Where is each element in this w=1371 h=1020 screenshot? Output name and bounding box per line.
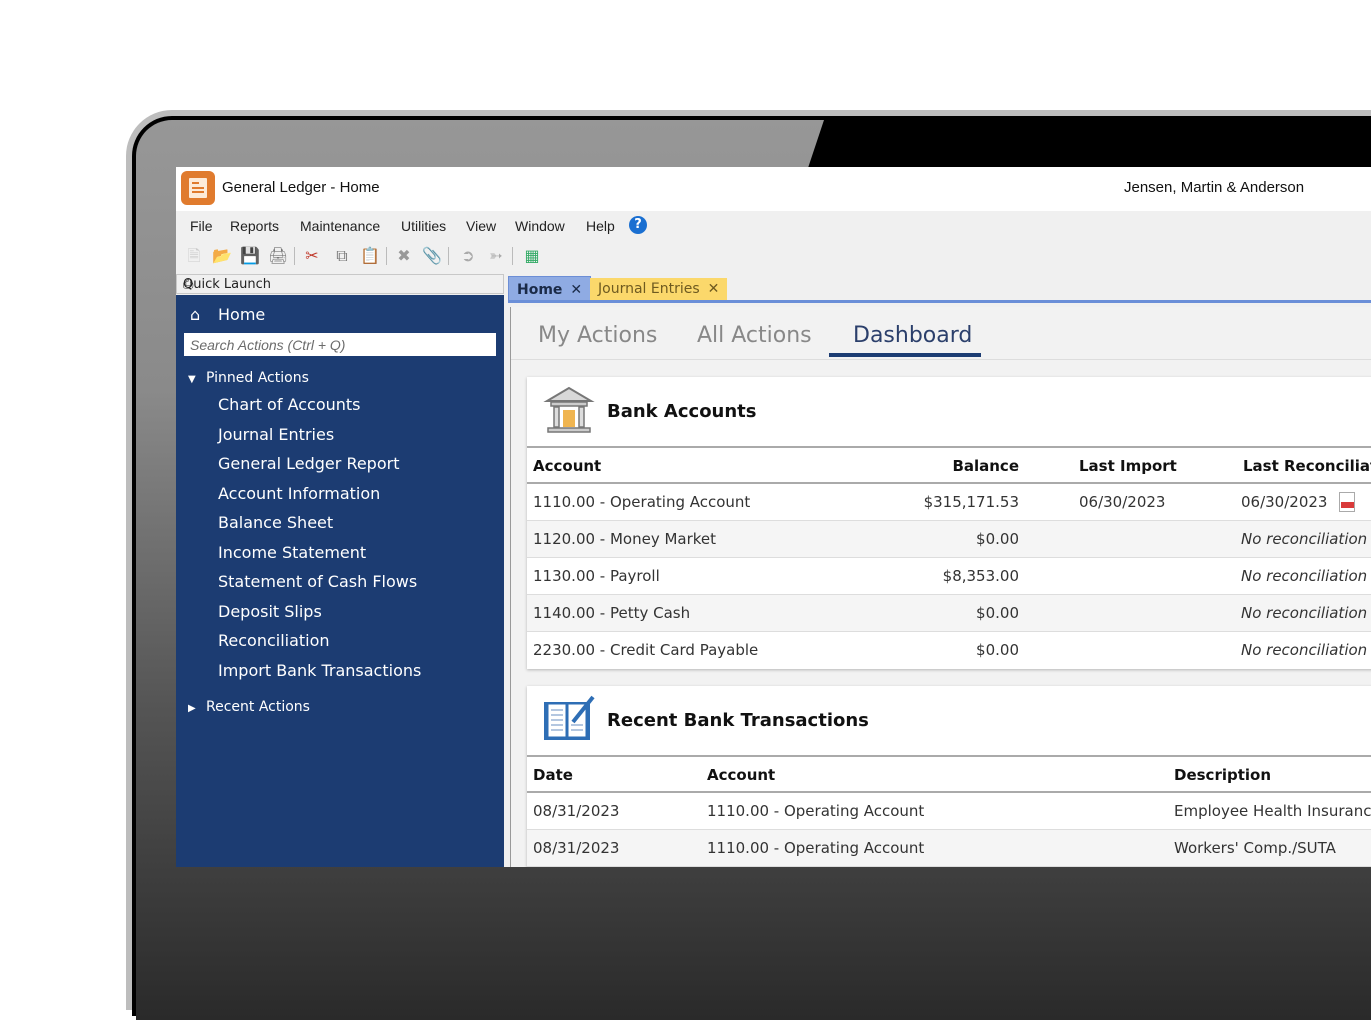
sidebar-item-general-ledger-report[interactable]: General Ledger Report bbox=[218, 454, 399, 473]
menu-window[interactable]: Window bbox=[515, 218, 565, 234]
quick-launch-sidebar: ⌂Home ▼Pinned Actions Chart of Accounts … bbox=[176, 295, 504, 867]
sidebar-item-import-bank-transactions[interactable]: Import Bank Transactions bbox=[218, 661, 421, 680]
menu-reports[interactable]: Reports bbox=[230, 218, 279, 234]
table-row[interactable]: 1110.00 - Operating Account $315,171.53 … bbox=[527, 484, 1371, 521]
bank-accounts-card: Bank Accounts Account Balance Last Impor… bbox=[527, 377, 1371, 669]
subtab-my-actions[interactable]: My Actions bbox=[538, 323, 657, 348]
attach-icon[interactable]: 📎 bbox=[422, 245, 442, 267]
menu-file[interactable]: File bbox=[190, 218, 213, 234]
sidebar-home-label: Home bbox=[218, 305, 266, 324]
toolbar: 🗎 📂 💾 🖨 ✂ ⧉ 📋 ✖ 📎 ➲ ➳ ▦ bbox=[176, 243, 1371, 271]
sidebar-home[interactable]: ⌂ Home bbox=[190, 305, 265, 324]
home-icon: ⌂ bbox=[190, 305, 201, 324]
forward-icon[interactable]: ➳ bbox=[486, 245, 506, 267]
app-window: General Ledger - Home Jensen, Martin & A… bbox=[176, 167, 1371, 867]
table-row[interactable]: 1120.00 - Money Market $0.00 No reconcil… bbox=[527, 521, 1371, 558]
menu-help[interactable]: Help bbox=[586, 218, 615, 234]
tab-journal-entries[interactable]: Journal Entries ✕ bbox=[590, 278, 728, 300]
bank-accounts-header-row: Account Balance Last Import Last Reconci… bbox=[527, 446, 1371, 484]
menu-maintenance[interactable]: Maintenance bbox=[300, 218, 380, 234]
pdf-icon[interactable] bbox=[1339, 492, 1355, 512]
sidebar-item-statement-of-cash-flows[interactable]: Statement of Cash Flows bbox=[218, 572, 417, 591]
recent-transactions-card: Recent Bank Transactions Date Account De… bbox=[527, 686, 1371, 867]
delete-icon[interactable]: ✖ bbox=[394, 245, 414, 267]
window-title: General Ledger - Home bbox=[222, 179, 380, 196]
back-icon[interactable]: ➲ bbox=[458, 245, 478, 267]
bank-icon bbox=[543, 386, 595, 433]
menu-utilities[interactable]: Utilities bbox=[401, 218, 446, 234]
help-icon[interactable]: ? bbox=[629, 216, 647, 234]
open-icon[interactable]: 📂 bbox=[212, 245, 232, 267]
caret-down-icon: ▼ bbox=[188, 374, 196, 385]
sidebar-item-deposit-slips[interactable]: Deposit Slips bbox=[218, 602, 322, 621]
quick-launch-header: Quick Launch ⎙ bbox=[176, 274, 504, 294]
recent-transactions-title: Recent Bank Transactions bbox=[607, 710, 869, 731]
caret-right-icon: ▶ bbox=[188, 703, 196, 714]
table-row[interactable]: 08/31/2023 1110.00 - Operating Account E… bbox=[527, 793, 1371, 830]
cut-icon[interactable]: ✂ bbox=[302, 245, 322, 267]
subtab-dashboard[interactable]: Dashboard bbox=[853, 323, 972, 348]
paste-icon[interactable]: 📋 bbox=[360, 245, 380, 267]
new-icon[interactable]: 🗎 bbox=[184, 245, 204, 267]
company-name: Jensen, Martin & Anderson bbox=[1124, 179, 1305, 196]
search-actions-input[interactable] bbox=[184, 333, 496, 356]
tab-home[interactable]: Home ✕ bbox=[508, 276, 592, 302]
recent-actions-toggle[interactable]: ▶ Recent Actions bbox=[188, 699, 310, 715]
sidebar-item-account-information[interactable]: Account Information bbox=[218, 484, 380, 503]
journal-book-icon bbox=[544, 695, 595, 740]
table-row[interactable]: 1140.00 - Petty Cash $0.00 No reconcilia… bbox=[527, 595, 1371, 632]
pinned-actions-toggle[interactable]: ▼ Pinned Actions bbox=[188, 370, 309, 386]
save-icon[interactable]: 💾 bbox=[240, 245, 260, 267]
table-row[interactable]: 2230.00 - Credit Card Payable $0.00 No r… bbox=[527, 632, 1371, 669]
subtab-all-actions[interactable]: All Actions bbox=[697, 323, 812, 348]
bezel-glare bbox=[808, 120, 1371, 168]
copy-icon[interactable]: ⧉ bbox=[332, 245, 352, 267]
sidebar-item-chart-of-accounts[interactable]: Chart of Accounts bbox=[218, 395, 361, 414]
sidebar-item-balance-sheet[interactable]: Balance Sheet bbox=[218, 513, 333, 532]
print-icon[interactable]: 🖨 bbox=[268, 245, 288, 267]
calculator-icon[interactable]: ▦ bbox=[522, 245, 542, 267]
table-row[interactable]: 08/31/2023 1110.00 - Operating Account W… bbox=[527, 830, 1371, 867]
close-tab-home-icon[interactable]: ✕ bbox=[570, 282, 582, 298]
tab-strip-underline bbox=[508, 300, 1371, 303]
active-subtab-indicator bbox=[829, 353, 981, 357]
pin-icon[interactable]: ⎙ bbox=[183, 277, 497, 292]
transactions-header-row: Date Account Description bbox=[527, 755, 1371, 793]
home-content: My Actions All Actions Dashboard Bank Ac… bbox=[510, 307, 1371, 867]
title-bar: General Ledger - Home Jensen, Martin & A… bbox=[176, 167, 1371, 211]
general-ledger-app-icon bbox=[181, 171, 215, 205]
document-tabs: Home ✕ Journal Entries ✕ bbox=[508, 274, 1371, 302]
menu-view[interactable]: View bbox=[466, 218, 496, 234]
table-row[interactable]: 1130.00 - Payroll $8,353.00 No reconcili… bbox=[527, 558, 1371, 595]
sidebar-item-reconciliation[interactable]: Reconciliation bbox=[218, 631, 330, 650]
bank-accounts-title: Bank Accounts bbox=[607, 401, 757, 422]
sidebar-item-income-statement[interactable]: Income Statement bbox=[218, 543, 366, 562]
menu-bar: File Reports Maintenance Utilities View … bbox=[176, 211, 1371, 241]
sidebar-item-journal-entries[interactable]: Journal Entries bbox=[218, 425, 334, 444]
close-tab-journal-entries-icon[interactable]: ✕ bbox=[708, 281, 720, 297]
